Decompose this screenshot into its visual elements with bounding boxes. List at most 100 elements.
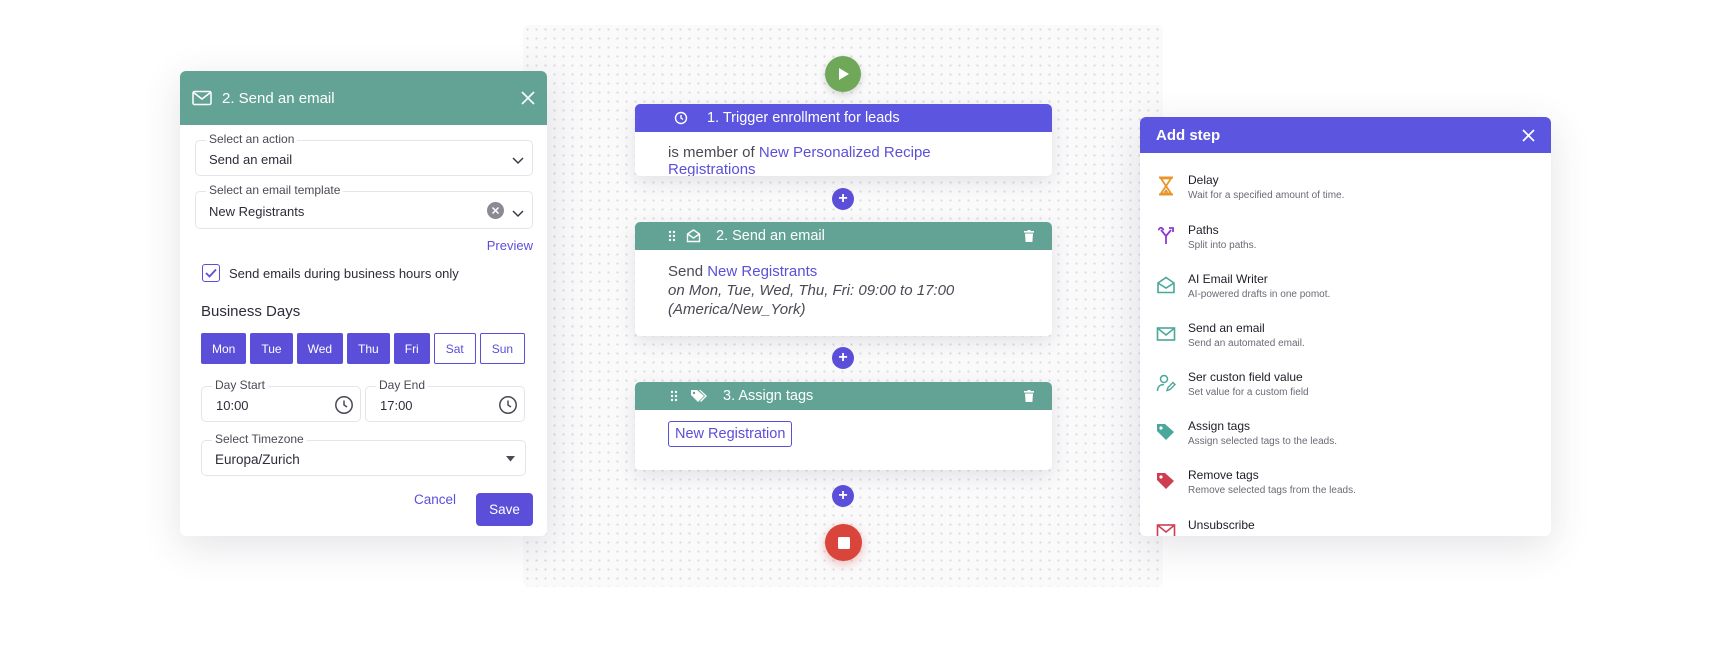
business-days-title: Business Days	[201, 303, 301, 320]
add-step-button-3[interactable]: +	[832, 485, 854, 507]
step-item-set-custom-field[interactable]: Ser custon field value Set value for a c…	[1156, 370, 1309, 398]
add-step-panel: Add step Delay Wait for a specified amou…	[1140, 117, 1551, 536]
day-mon[interactable]: Mon	[201, 333, 247, 364]
editor-header: 2. Send an email	[180, 71, 547, 125]
step-title: Remove tags	[1188, 468, 1259, 482]
day-sun[interactable]: Sun	[479, 333, 526, 364]
assign-tags-node-body: New Registration	[635, 410, 1052, 457]
trash-icon[interactable]	[1024, 230, 1034, 242]
chevron-down-icon	[512, 205, 524, 223]
timezone-label: Select Timezone	[212, 432, 307, 446]
business-hours-checkbox[interactable]	[202, 264, 220, 282]
day-sat[interactable]: Sat	[433, 333, 476, 364]
business-hours-option: Send emails during business hours only	[202, 264, 459, 282]
business-days-group: Mon Tue Wed Thu Fri Sat Sun	[201, 333, 526, 364]
assign-tags-node[interactable]: 3. Assign tags New Registration	[635, 382, 1052, 470]
step-desc: Assign selected tags to the leads.	[1188, 436, 1337, 447]
clear-icon[interactable]	[487, 202, 504, 219]
step-desc: Remove selected tags from the leads.	[1188, 485, 1356, 496]
step-title: Paths	[1188, 223, 1219, 237]
unsubscribe-icon	[1156, 521, 1176, 536]
template-select[interactable]: Select an email template New Registrants	[195, 183, 533, 229]
add-step-button-1[interactable]: +	[832, 188, 854, 210]
send-email-node-body: Send New Registrants on Mon, Tue, Wed, T…	[635, 250, 1052, 329]
step-desc: Send an automated email.	[1188, 338, 1305, 349]
template-select-value: New Registrants	[209, 204, 305, 219]
preview-link[interactable]: Preview	[487, 238, 533, 253]
action-select-value: Send an email	[209, 152, 293, 167]
close-icon[interactable]	[521, 91, 535, 105]
clock-icon[interactable]	[334, 395, 354, 415]
ai-envelope-icon	[1156, 275, 1176, 295]
send-email-node-header: 2. Send an email	[635, 222, 1052, 250]
clock-icon[interactable]	[498, 395, 518, 415]
add-step-header: Add step	[1140, 117, 1551, 153]
save-button[interactable]: Save	[476, 493, 533, 526]
trash-icon[interactable]	[1024, 390, 1034, 402]
trigger-node[interactable]: 1. Trigger enrollment for leads is membe…	[635, 104, 1052, 176]
drag-handle-icon[interactable]	[668, 230, 676, 242]
tag-remove-icon	[1156, 471, 1176, 491]
end-button[interactable]	[825, 524, 862, 561]
envelope-icon	[686, 229, 701, 243]
caret-down-icon	[506, 456, 515, 462]
split-paths-icon	[1156, 226, 1176, 246]
trigger-node-title: 1. Trigger enrollment for leads	[707, 110, 900, 126]
day-end-label: Day End	[376, 378, 429, 392]
trigger-node-body: is member of New Personalized Recipe Reg…	[635, 132, 1052, 176]
tags-icon	[690, 389, 708, 403]
close-icon[interactable]	[1522, 128, 1535, 142]
action-select[interactable]: Select an action Send an email	[195, 132, 533, 176]
step-title: Send an email	[1188, 321, 1265, 335]
tag-chip[interactable]: New Registration	[668, 421, 793, 447]
send-email-node-title: 2. Send an email	[716, 228, 825, 244]
add-step-button-2[interactable]: +	[832, 347, 854, 369]
action-select-label: Select an action	[206, 132, 298, 146]
add-step-title: Add step	[1156, 126, 1221, 144]
step-item-ai-email-writer[interactable]: AI Email Writer AI-powered drafts in one…	[1156, 272, 1330, 300]
day-wed[interactable]: Wed	[296, 333, 344, 364]
schedule-line-2: (America/New_York)	[668, 301, 806, 318]
start-button[interactable]	[825, 56, 861, 92]
day-start-label: Day Start	[212, 378, 269, 392]
envelope-icon	[192, 90, 212, 106]
timezone-select[interactable]: Select Timezone Europa/Zurich	[201, 432, 526, 476]
trigger-prefix: is member of	[668, 144, 755, 161]
chevron-down-icon	[512, 152, 524, 170]
clock-icon	[674, 111, 688, 125]
assign-tags-node-header: 3. Assign tags	[635, 382, 1052, 410]
day-start-field[interactable]: Day Start 10:00	[201, 378, 361, 422]
envelope-icon	[1156, 324, 1176, 344]
check-icon	[205, 268, 217, 278]
stop-icon	[837, 536, 850, 549]
step-desc: AI-powered drafts in one pomot.	[1188, 289, 1331, 300]
timezone-value: Europa/Zurich	[215, 452, 300, 467]
step-title: Assign tags	[1188, 419, 1251, 433]
trigger-node-header: 1. Trigger enrollment for leads	[635, 104, 1052, 132]
step-item-assign-tags[interactable]: Assign tags Assign selected tags to the …	[1156, 419, 1337, 447]
send-email-node[interactable]: 2. Send an email Send New Registrants on…	[635, 222, 1052, 336]
day-end-value: 17:00	[380, 398, 413, 413]
step-title: AI Email Writer	[1188, 272, 1268, 286]
day-fri[interactable]: Fri	[393, 333, 430, 364]
drag-handle-icon[interactable]	[670, 390, 678, 402]
step-item-unsubscribe[interactable]: Unsubscribe	[1156, 518, 1255, 536]
step-desc: Set value for a custom field	[1188, 387, 1309, 398]
day-end-field[interactable]: Day End 17:00	[365, 378, 525, 422]
cancel-button[interactable]: Cancel	[414, 492, 456, 507]
step-item-delay[interactable]: Delay Wait for a specified amount of tim…	[1156, 173, 1344, 201]
editor-title: 2. Send an email	[222, 89, 335, 107]
email-template-link[interactable]: New Registrants	[707, 263, 817, 280]
send-word: Send	[668, 263, 704, 280]
step-item-remove-tags[interactable]: Remove tags Remove selected tags from th…	[1156, 468, 1356, 496]
day-tue[interactable]: Tue	[250, 333, 293, 364]
business-hours-label: Send emails during business hours only	[229, 265, 459, 281]
plus-icon: +	[838, 349, 848, 366]
day-thu[interactable]: Thu	[347, 333, 390, 364]
step-item-send-email[interactable]: Send an email Send an automated email.	[1156, 321, 1305, 349]
play-icon	[839, 68, 849, 80]
plus-icon: +	[838, 190, 848, 207]
email-step-editor: 2. Send an email Select an action Send a…	[180, 71, 547, 536]
user-edit-icon	[1156, 373, 1176, 393]
step-item-paths[interactable]: Paths Split into paths.	[1156, 223, 1256, 251]
